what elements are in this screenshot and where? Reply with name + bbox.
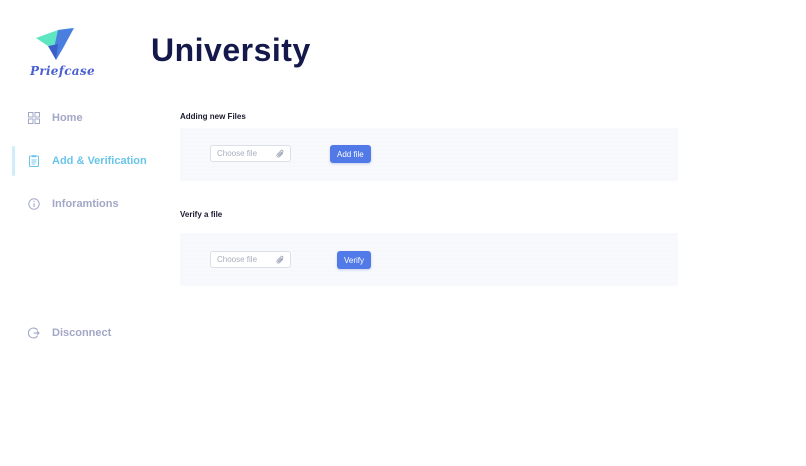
verify-file-panel: Choose file Verify bbox=[180, 233, 678, 286]
sidebar-item-label: Add & Verification bbox=[52, 155, 147, 167]
disconnect-label: Disconnect bbox=[52, 327, 112, 339]
paperclip-icon bbox=[276, 255, 284, 264]
sidebar-item-label: Home bbox=[52, 112, 83, 124]
add-file-button[interactable]: Add file bbox=[330, 145, 371, 163]
brand-name: Priefcase bbox=[30, 64, 95, 78]
verify-file-heading: Verify a file bbox=[180, 210, 223, 219]
clipboard-icon bbox=[29, 155, 39, 167]
active-nav-indicator bbox=[12, 146, 15, 176]
paperclip-icon bbox=[276, 149, 284, 158]
info-icon bbox=[28, 198, 40, 210]
page-title: University bbox=[151, 32, 311, 68]
file-input-placeholder: Choose file bbox=[217, 149, 258, 158]
verify-button[interactable]: Verify bbox=[337, 251, 372, 269]
logout-icon bbox=[28, 327, 40, 339]
add-file-chooser[interactable]: Choose file bbox=[210, 145, 291, 162]
verify-file-chooser[interactable]: Choose file bbox=[210, 251, 291, 268]
file-input-placeholder: Choose file bbox=[217, 255, 258, 264]
grid-icon bbox=[28, 112, 40, 124]
sidebar-item-label: Inforamtions bbox=[52, 198, 119, 210]
add-files-heading: Adding new Files bbox=[180, 112, 246, 121]
add-file-panel: Choose file Add file bbox=[180, 128, 678, 181]
